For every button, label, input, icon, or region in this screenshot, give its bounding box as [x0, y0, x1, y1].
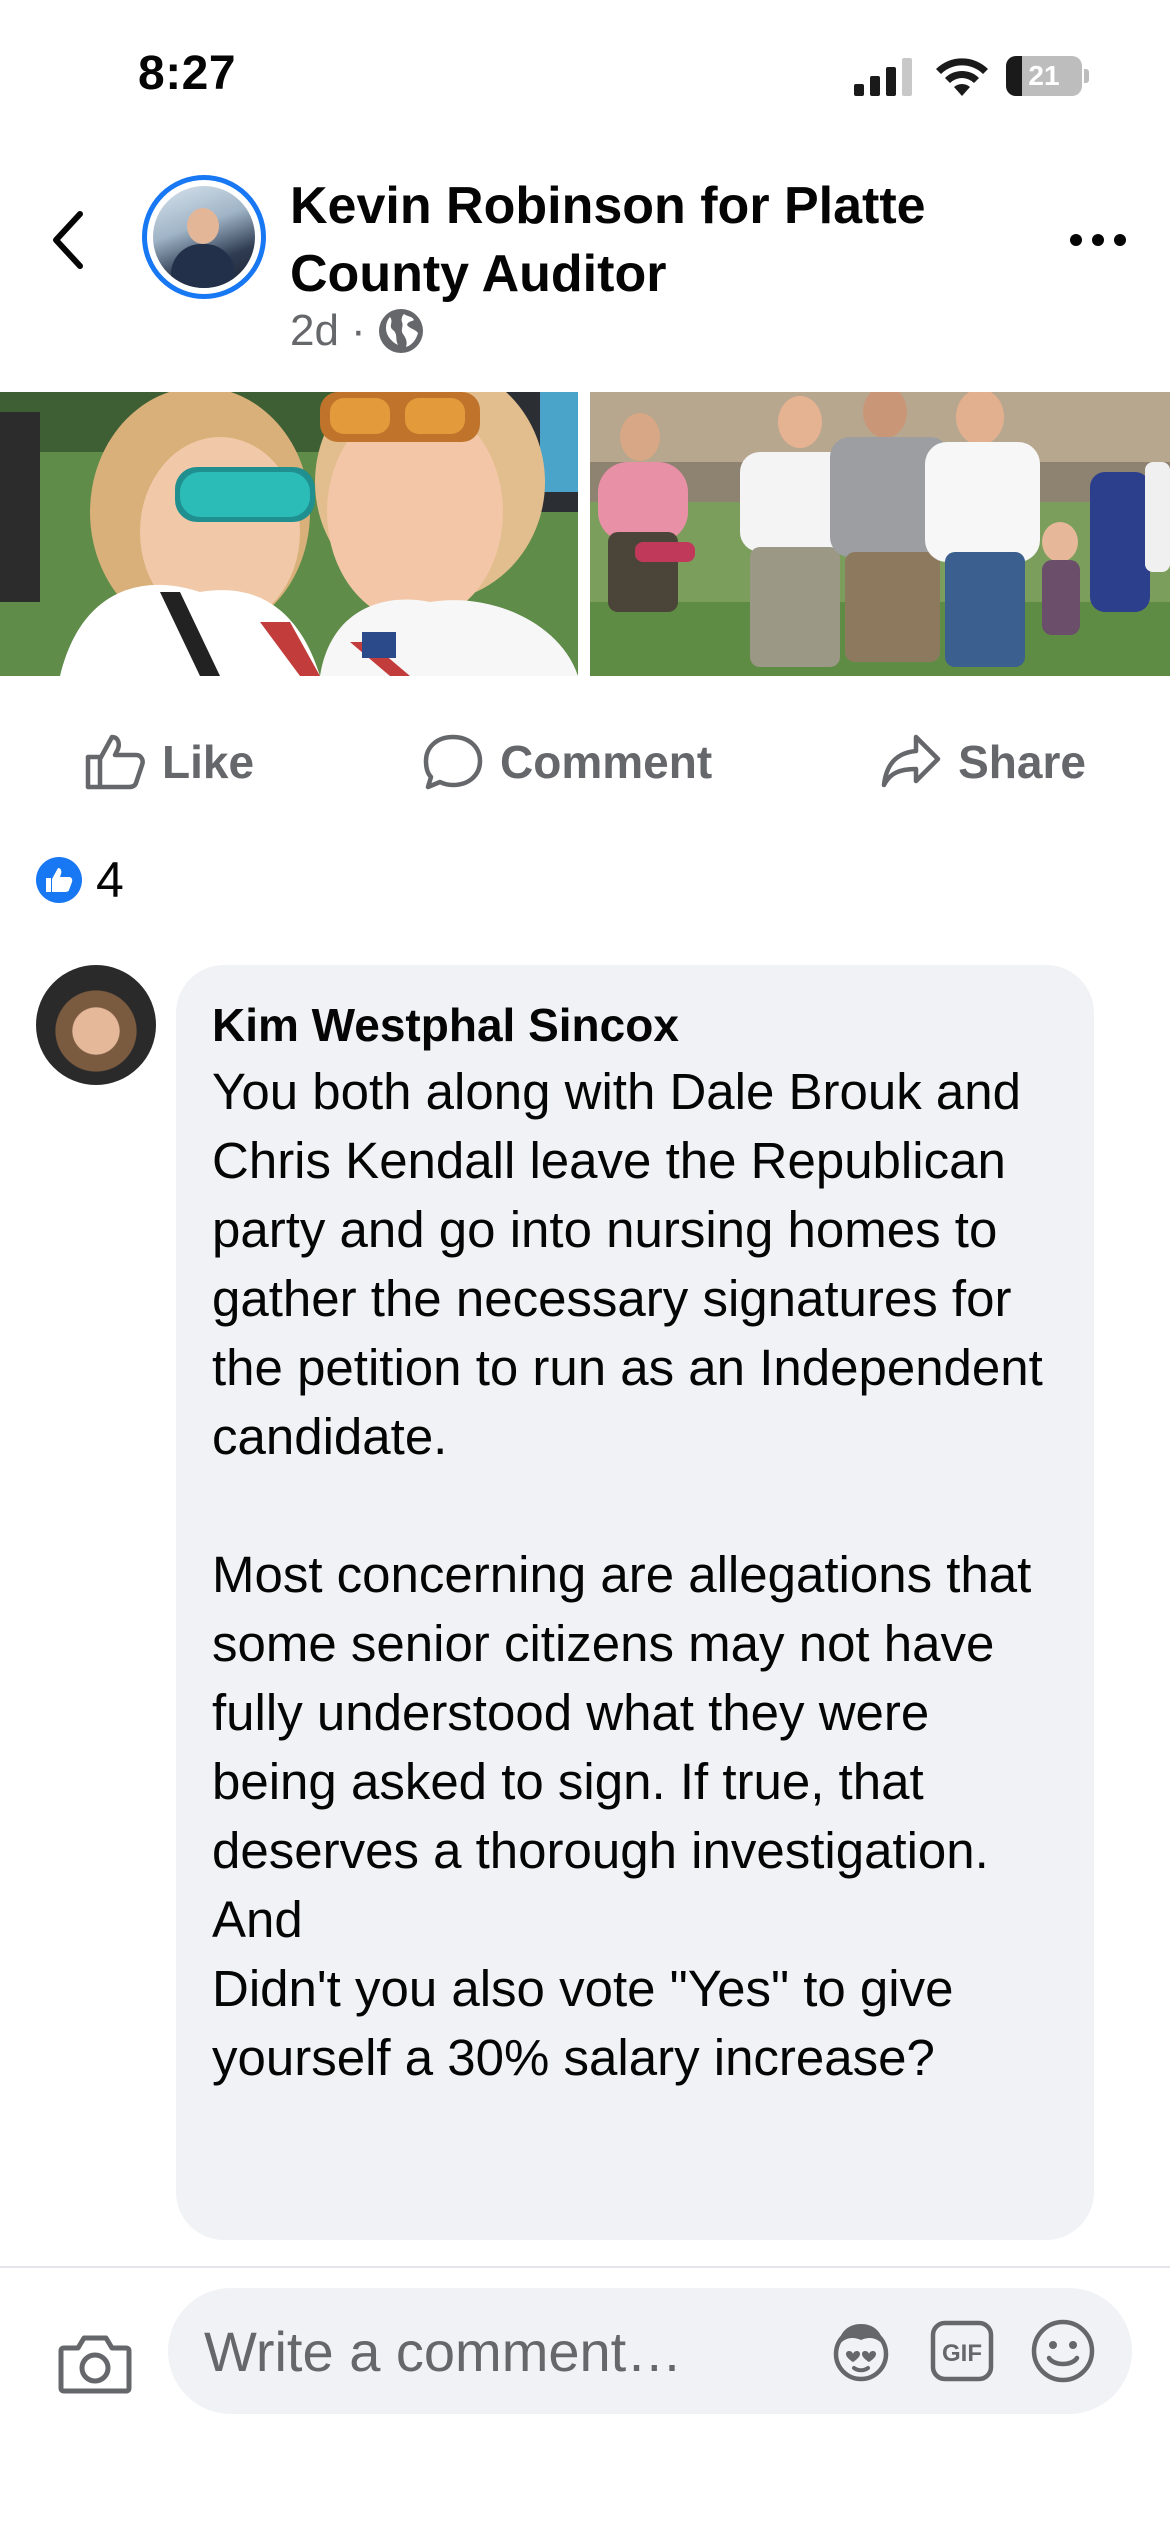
chevron-left-icon[interactable] — [40, 200, 100, 280]
comment-composer: GIF — [0, 2266, 1170, 2532]
meta-separator: · — [350, 306, 366, 355]
post-timestamp[interactable]: 2d — [290, 306, 339, 356]
share-arrow-icon — [881, 734, 941, 788]
post-photo-selfie[interactable] — [0, 392, 578, 676]
comment-text: You both along with Dale Brouk and Chris… — [212, 1063, 1043, 2086]
status-bar: 8:27 21 — [0, 0, 1170, 150]
like-reaction-icon — [36, 857, 82, 903]
comment-input-container[interactable]: GIF — [168, 2288, 1132, 2414]
camera-icon[interactable] — [58, 2332, 132, 2394]
reaction-count: 4 — [96, 852, 124, 908]
globe-icon — [378, 309, 423, 353]
avatar-sticker-icon[interactable] — [828, 2318, 894, 2384]
comment-author[interactable]: Kim Westphal Sincox — [212, 995, 1058, 1055]
emoji-icon[interactable] — [1030, 2318, 1096, 2384]
post-photo-group[interactable] — [590, 392, 1170, 676]
comment-label: Comment — [500, 736, 713, 788]
comment-button[interactable]: Comment — [422, 733, 712, 791]
like-button[interactable]: Like — [84, 733, 254, 791]
more-horizontal-icon[interactable] — [1068, 220, 1128, 260]
wifi-icon — [936, 58, 988, 96]
commenter-avatar[interactable] — [36, 965, 156, 1085]
page-title[interactable]: Kevin Robinson for Platte County Auditor — [290, 172, 1010, 308]
comment-bubble[interactable]: Kim Westphal Sincox You both along with … — [176, 965, 1094, 2240]
thumbs-up-icon — [85, 734, 145, 790]
battery-icon: 21 — [1006, 56, 1089, 96]
share-label: Share — [958, 736, 1086, 788]
reaction-summary[interactable]: 4 — [36, 850, 124, 910]
battery-level: 21 — [1028, 60, 1060, 91]
post-meta: 2d · — [290, 306, 424, 356]
post-actions: Like Comment Share — [0, 700, 1170, 824]
like-label: Like — [161, 736, 255, 788]
comment-input[interactable] — [204, 2288, 824, 2414]
gif-icon[interactable]: GIF — [930, 2320, 994, 2382]
svg-text:GIF: GIF — [942, 2340, 982, 2367]
comment-bubble-icon — [423, 734, 483, 790]
post-photos — [0, 392, 1170, 676]
cellular-signal-icon — [854, 58, 912, 96]
page-avatar[interactable] — [142, 175, 266, 299]
post-header: Kevin Robinson for Platte County Auditor… — [0, 150, 1170, 390]
status-time: 8:27 — [138, 47, 237, 100]
share-button[interactable]: Share — [880, 733, 1086, 791]
